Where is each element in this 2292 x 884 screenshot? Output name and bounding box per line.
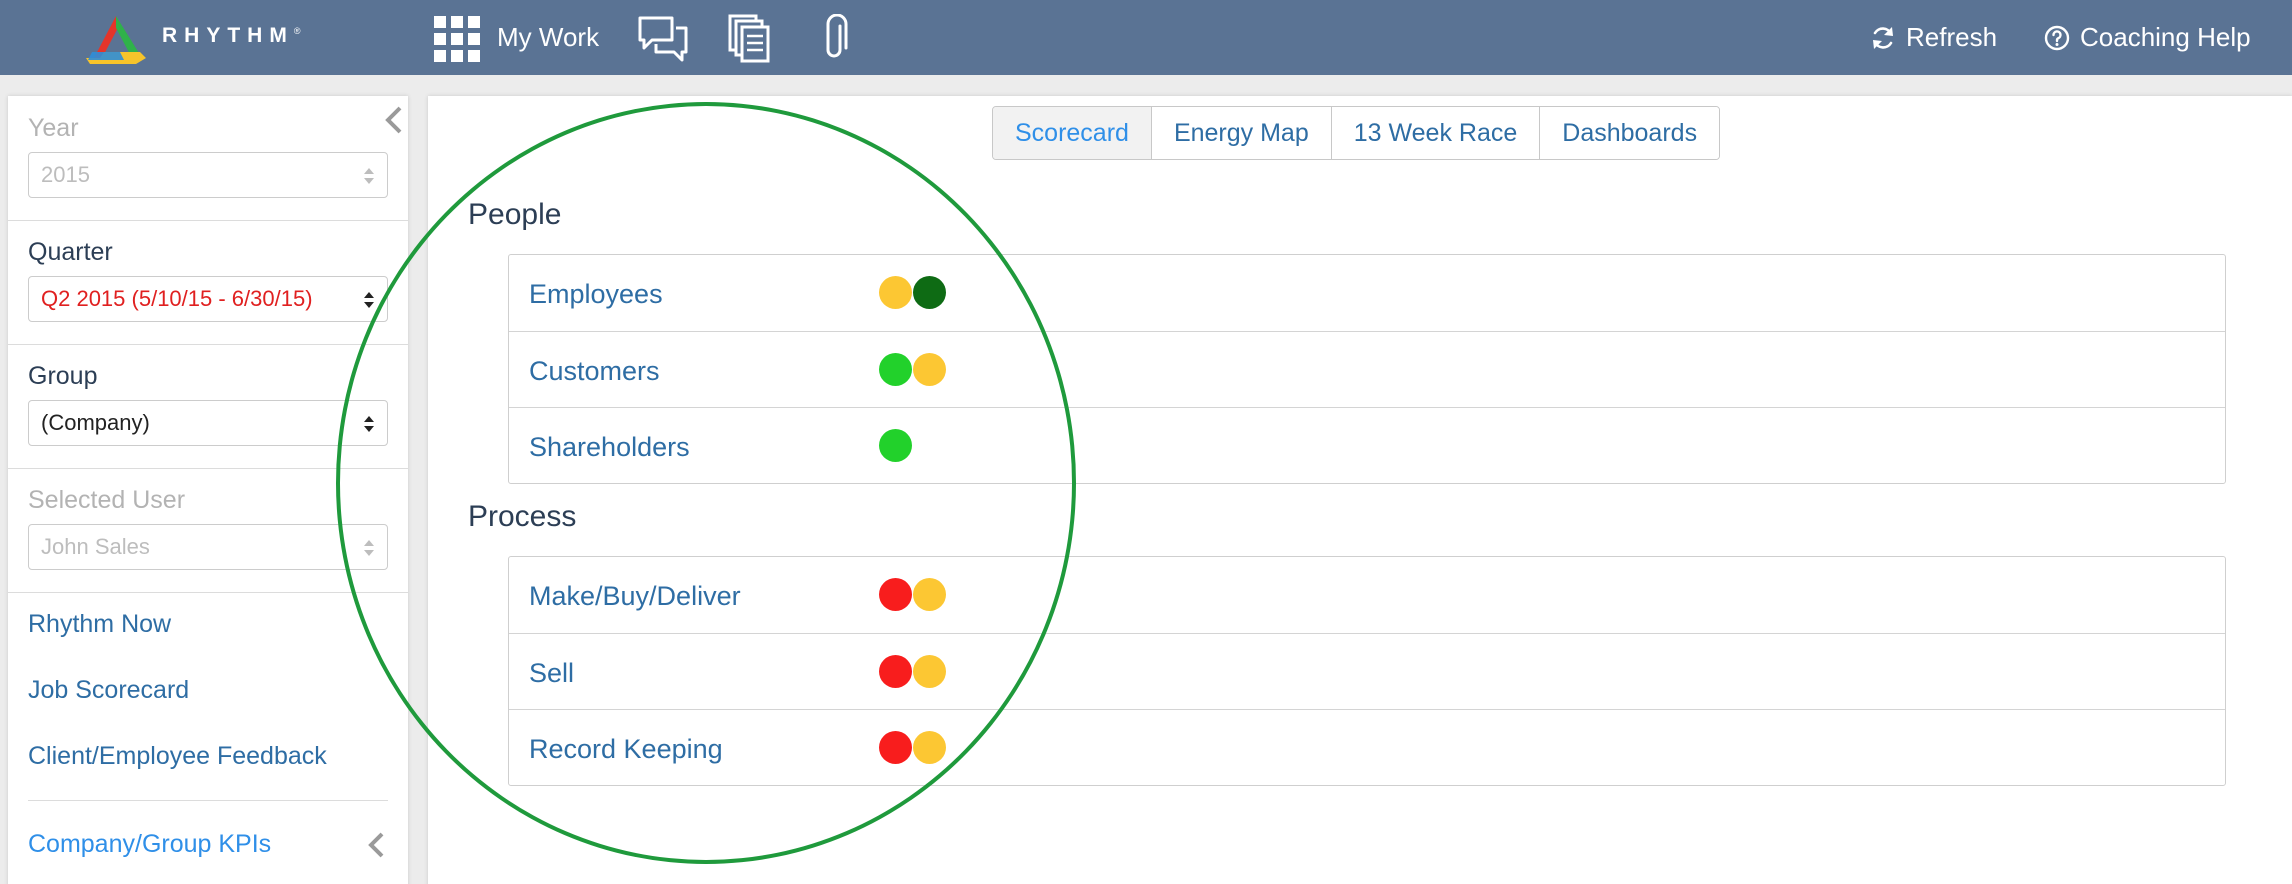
coaching-help-button[interactable]: Coaching Help xyxy=(2044,0,2251,75)
status-dot xyxy=(879,578,912,611)
status-dot xyxy=(879,276,912,309)
company-group-kpis-link[interactable]: Company/Group KPIs xyxy=(28,830,271,859)
sidebar: Year 2015 Quarter Q2 2015 (5/10/15 - 6/3… xyxy=(8,96,408,884)
status-dot xyxy=(913,731,946,764)
refresh-icon xyxy=(1873,26,1893,49)
rhythm-logo-icon[interactable] xyxy=(80,8,150,64)
status-dot xyxy=(913,578,946,611)
chat-icon[interactable] xyxy=(636,14,690,64)
sidebar-divider xyxy=(8,468,408,469)
status-dot xyxy=(913,276,946,309)
section-title-process: Process xyxy=(468,500,577,533)
status-dots xyxy=(879,429,913,462)
list-item[interactable]: Record Keeping xyxy=(509,709,2225,785)
group-label: Group xyxy=(28,362,98,390)
status-dot xyxy=(879,731,912,764)
sidebar-divider xyxy=(8,344,408,345)
tab-13-week-race[interactable]: 13 Week Race xyxy=(1330,107,1540,159)
tab-dashboards[interactable]: Dashboards xyxy=(1539,107,1720,159)
chevron-left-icon[interactable] xyxy=(382,104,406,136)
list-item[interactable]: Shareholders xyxy=(509,407,2225,483)
status-dots xyxy=(879,578,947,611)
selected-user-select[interactable]: John Sales xyxy=(28,524,388,570)
client-employee-feedback-link[interactable]: Client/Employee Feedback xyxy=(28,742,327,771)
main-panel: Scorecard Energy Map 13 Week Race Dashbo… xyxy=(428,96,2292,884)
list-item[interactable]: Employees xyxy=(509,255,2225,331)
status-dot xyxy=(913,655,946,688)
rhythm-now-link[interactable]: Rhythm Now xyxy=(28,610,171,639)
select-arrows-icon xyxy=(364,168,374,184)
year-label: Year xyxy=(28,114,79,142)
status-dots xyxy=(879,655,947,688)
process-list: Make/Buy/Deliver Sell Record Keeping xyxy=(508,556,2226,786)
status-dots xyxy=(879,353,947,386)
refresh-label: Refresh xyxy=(1906,22,1998,52)
status-dots xyxy=(879,276,947,309)
row-label[interactable]: Make/Buy/Deliver xyxy=(529,581,741,612)
help-icon xyxy=(2044,25,2070,50)
selected-user-value: John Sales xyxy=(41,534,150,559)
list-item[interactable]: Make/Buy/Deliver xyxy=(509,557,2225,633)
paperclip-icon[interactable] xyxy=(818,14,850,64)
status-dot xyxy=(879,429,912,462)
status-dot xyxy=(879,655,912,688)
sidebar-divider xyxy=(28,800,388,801)
refresh-button[interactable]: Refresh xyxy=(1870,0,1997,75)
registered-mark: ® xyxy=(293,26,301,36)
people-list: Employees Customers Shareholders xyxy=(508,254,2226,484)
list-item[interactable]: Customers xyxy=(509,331,2225,407)
quarter-select[interactable]: Q2 2015 (5/10/15 - 6/30/15) xyxy=(28,276,388,322)
quarter-value: Q2 2015 (5/10/15 - 6/30/15) xyxy=(41,286,313,311)
row-label[interactable]: Record Keeping xyxy=(529,734,723,765)
row-label[interactable]: Sell xyxy=(529,658,574,689)
chevron-left-icon[interactable] xyxy=(366,830,388,860)
list-item[interactable]: Sell xyxy=(509,633,2225,709)
select-arrows-icon xyxy=(364,540,374,556)
status-dot xyxy=(879,353,912,386)
year-select[interactable]: 2015 xyxy=(28,152,388,198)
job-scorecard-link[interactable]: Job Scorecard xyxy=(28,676,189,705)
grid-icon[interactable] xyxy=(434,16,480,62)
view-tabs: Scorecard Energy Map 13 Week Race Dashbo… xyxy=(992,106,1721,160)
group-value: (Company) xyxy=(41,410,150,435)
year-value: 2015 xyxy=(41,162,90,187)
row-label[interactable]: Customers xyxy=(529,356,660,387)
quarter-label: Quarter xyxy=(28,238,113,266)
status-dot xyxy=(913,353,946,386)
brand-name[interactable]: RHYTHM® xyxy=(162,24,300,48)
row-label[interactable]: Employees xyxy=(529,279,663,310)
tab-scorecard[interactable]: Scorecard xyxy=(993,107,1151,159)
documents-icon[interactable] xyxy=(728,14,772,64)
row-label[interactable]: Shareholders xyxy=(529,432,690,463)
coaching-help-label: Coaching Help xyxy=(2080,22,2251,52)
group-select[interactable]: (Company) xyxy=(28,400,388,446)
status-dots xyxy=(879,731,947,764)
selected-user-label: Selected User xyxy=(28,486,186,514)
my-work-link[interactable]: My Work xyxy=(497,0,599,75)
tab-energy-map[interactable]: Energy Map xyxy=(1150,107,1331,159)
top-navigation-bar: RHYTHM® My Work Refresh Coaching Help xyxy=(0,0,2292,75)
sidebar-divider xyxy=(8,592,408,593)
section-title-people: People xyxy=(468,198,562,231)
sidebar-divider xyxy=(8,220,408,221)
select-arrows-icon xyxy=(364,292,374,308)
select-arrows-icon xyxy=(364,416,374,432)
